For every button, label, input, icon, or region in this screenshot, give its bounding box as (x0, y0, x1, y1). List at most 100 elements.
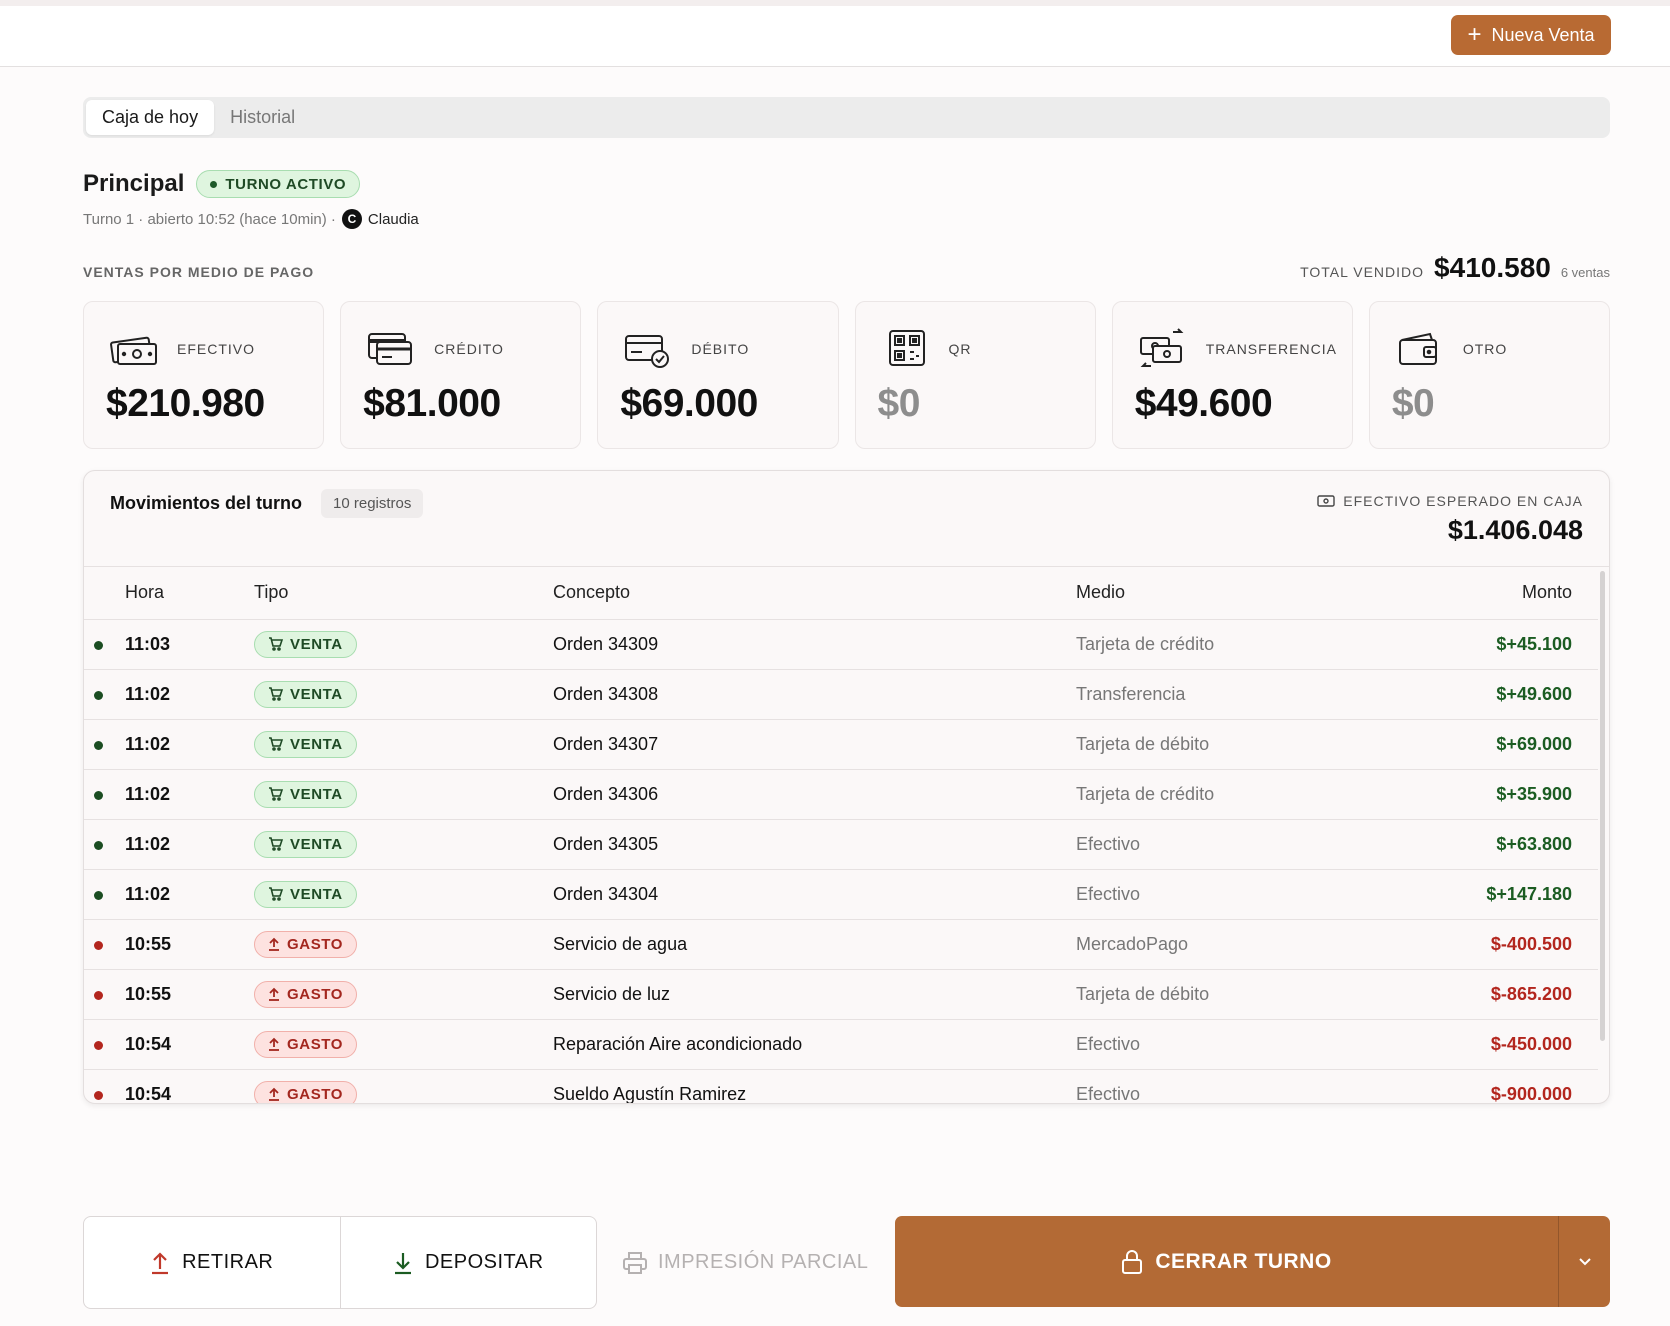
row-concepto: Sueldo Agustín Ramirez (553, 1069, 1076, 1103)
table-row[interactable]: 11:02 VENTA Orden 34304 Efectivo $+147.180 (84, 869, 1598, 920)
transfer-icon (1139, 328, 1184, 367)
chevron-down-icon (1578, 1258, 1591, 1266)
row-monto: $-450.000 (1376, 1019, 1598, 1070)
row-indicator (84, 669, 125, 720)
upload-arrow-icon (269, 937, 279, 951)
type-badge: VENTA (254, 730, 357, 758)
column-concepto[interactable]: Concepto (553, 567, 1076, 620)
tab-caja-de-hoy[interactable]: Caja de hoy (86, 100, 215, 135)
table-row[interactable]: 10:54 GASTO Reparación Aire acondicionado E… (84, 1019, 1598, 1070)
card-debito: DÉBITO $69.000 (597, 301, 839, 449)
plus-icon: + (1467, 21, 1482, 48)
expected-cash-label: EFECTIVO ESPERADO EN CAJA (1343, 493, 1583, 509)
partial-print-button[interactable]: IMPRESIÓN PARCIAL (622, 1216, 872, 1309)
type-badge-label: GASTO (287, 935, 344, 953)
row-indicator (84, 1019, 125, 1070)
type-badge: VENTA (254, 880, 357, 908)
table-row[interactable]: 11:02 VENTA Orden 34308 Transferencia $+49.6… (84, 669, 1598, 720)
cart-icon (269, 687, 283, 701)
row-tipo: VENTA (254, 819, 553, 870)
table-row[interactable]: 11:02 VENTA Orden 34307 Tarjeta de débito $+… (84, 719, 1598, 770)
movements-header: Movimientos del turno 10 registros EFECT… (84, 471, 1609, 567)
row-concepto: Servicio de luz (553, 969, 1076, 1020)
table-row[interactable]: 11:03 VENTA Orden 34309 Tarjeta de crédito $… (84, 619, 1598, 670)
row-medio: Tarjeta de débito (1076, 969, 1376, 1020)
new-sale-label: Nueva Venta (1491, 24, 1595, 45)
column-hora[interactable]: Hora (125, 567, 254, 620)
row-indicator (84, 969, 125, 1020)
total-sold-count: 6 ventas (1560, 265, 1610, 280)
upload-arrow-icon (269, 1037, 279, 1051)
row-medio: Tarjeta de crédito (1076, 619, 1376, 670)
row-hora: 11:02 (125, 669, 254, 720)
deposit-button[interactable]: DEPOSITAR (339, 1217, 597, 1308)
card-efectivo: EFECTIVO $210.980 (83, 301, 325, 449)
movements-table: Hora Tipo Concepto Medio Monto 11:03 VENT… (84, 567, 1598, 1103)
row-medio: Efectivo (1076, 819, 1376, 870)
row-monto: $-865.200 (1376, 969, 1598, 1020)
row-monto: $+49.600 (1376, 669, 1598, 720)
type-badge: GASTO (254, 1030, 358, 1058)
status-label: TURNO ACTIVO (225, 175, 347, 193)
type-badge-label: VENTA (290, 885, 343, 903)
card-label: QR (948, 341, 972, 357)
column-tipo[interactable]: Tipo (254, 567, 553, 620)
tab-bar: Caja de hoy Historial (83, 97, 1610, 138)
row-medio: Transferencia (1076, 669, 1376, 720)
row-concepto: Orden 34306 (553, 769, 1076, 820)
row-medio: Efectivo (1076, 1019, 1376, 1070)
cash-icon (110, 336, 157, 365)
row-hora: 11:02 (125, 719, 254, 770)
card-label: OTRO (1462, 341, 1508, 357)
type-badge: GASTO (254, 980, 358, 1008)
table-row[interactable]: 10:55 GASTO Servicio de agua MercadoPago $-4… (84, 919, 1598, 970)
row-indicator (84, 619, 125, 670)
close-shift-button[interactable]: CERRAR TURNO (895, 1216, 1558, 1307)
lock-icon (1122, 1249, 1143, 1274)
download-arrow-icon (394, 1252, 411, 1274)
column-medio[interactable]: Medio (1076, 567, 1376, 620)
row-medio: Tarjeta de crédito (1076, 769, 1376, 820)
row-hora: 10:55 (125, 919, 254, 970)
user-name: Claudia (367, 210, 419, 228)
type-badge-label: VENTA (290, 685, 343, 703)
status-dot-icon (94, 1090, 103, 1100)
tab-historial[interactable]: Historial (214, 100, 311, 135)
row-monto: $+45.100 (1376, 619, 1598, 670)
row-tipo: GASTO (254, 919, 553, 970)
qr-code-icon (888, 330, 925, 366)
status-dot-icon (94, 840, 103, 850)
column-monto[interactable]: Monto (1376, 567, 1598, 620)
withdraw-label: RETIRAR (182, 1251, 274, 1273)
type-badge: VENTA (254, 630, 357, 658)
table-row[interactable]: 10:55 GASTO Servicio de luz Tarjeta de débi… (84, 969, 1598, 1020)
table-row[interactable]: 11:02 VENTA Orden 34305 Efectivo $+63.800 (84, 819, 1598, 870)
row-hora: 10:54 (125, 1019, 254, 1070)
withdraw-button[interactable]: RETIRAR (84, 1217, 340, 1308)
status-dot-icon (94, 640, 103, 650)
new-sale-button[interactable]: + Nueva Venta (1451, 15, 1611, 55)
wallet-icon (1398, 332, 1437, 365)
register-header: Principal TURNO ACTIVO (83, 170, 361, 198)
type-badge-label: VENTA (290, 635, 343, 653)
cash-actions-group: RETIRAR DEPOSITAR (83, 1216, 597, 1309)
status-dot-icon (94, 1040, 103, 1050)
row-monto: $-900.000 (1376, 1069, 1598, 1103)
row-indicator (84, 819, 125, 870)
card-label: EFECTIVO (177, 341, 256, 357)
table-row[interactable]: 11:02 VENTA Orden 34306 Tarjeta de crédito $… (84, 769, 1598, 820)
card-label: DÉBITO (691, 341, 750, 357)
movements-count-badge: 10 registros (321, 489, 424, 518)
row-indicator (84, 719, 125, 770)
type-badge: GASTO (254, 930, 358, 958)
status-dot-icon (94, 790, 103, 800)
card-value: $81.000 (363, 382, 501, 425)
row-tipo: VENTA (254, 669, 553, 720)
close-shift-dropdown-toggle[interactable] (1558, 1216, 1610, 1307)
type-badge-label: GASTO (287, 1085, 344, 1103)
type-badge-label: VENTA (290, 735, 343, 753)
printer-icon (623, 1251, 647, 1274)
table-scrollbar[interactable] (1600, 571, 1605, 1041)
avatar: C (341, 209, 362, 229)
table-row[interactable]: 10:54 GASTO Sueldo Agustín Ramirez Efectivo… (84, 1069, 1598, 1103)
